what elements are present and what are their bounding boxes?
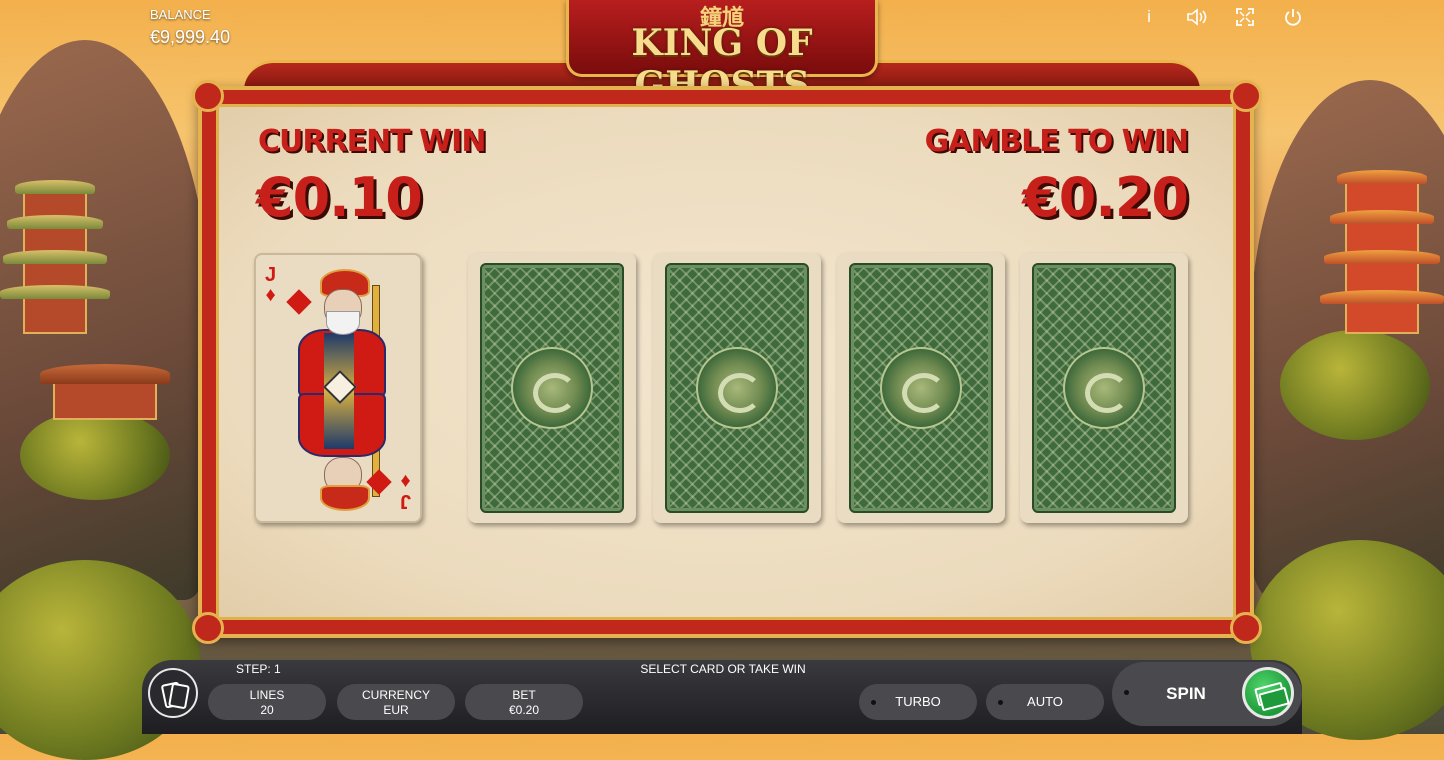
bet-display[interactable]: BET €0.20 bbox=[465, 684, 583, 720]
gamble-to-win-label: GAMBLE TO WIN bbox=[924, 124, 1189, 159]
sound-icon[interactable] bbox=[1186, 6, 1208, 28]
card-rank: J bbox=[265, 264, 277, 286]
currency-display[interactable]: CURRENCY EUR bbox=[337, 684, 455, 720]
pavilion-left bbox=[40, 350, 170, 420]
lines-display[interactable]: LINES 20 bbox=[208, 684, 326, 720]
spin-indicator-icon bbox=[1124, 690, 1129, 695]
face-down-card-1[interactable] bbox=[468, 253, 636, 523]
bush-left bbox=[20, 410, 170, 500]
game-logo: 鐘馗 KING OF GHOSTS bbox=[566, 0, 878, 106]
spin-button[interactable] bbox=[1242, 667, 1294, 719]
turbo-toggle[interactable]: TURBO bbox=[859, 684, 977, 720]
card-rank: J bbox=[399, 490, 411, 512]
diamond-suit-icon: ♦ bbox=[265, 284, 276, 306]
pagoda-left bbox=[0, 160, 110, 340]
toggle-indicator-icon bbox=[871, 700, 876, 705]
auto-toggle[interactable]: AUTO bbox=[986, 684, 1104, 720]
top-icon-bar: i bbox=[1138, 6, 1304, 28]
lines-value: 20 bbox=[260, 703, 274, 717]
status-message: SELECT CARD OR TAKE WIN bbox=[640, 662, 806, 676]
pagoda-right bbox=[1320, 140, 1444, 340]
card-back-pattern bbox=[849, 263, 993, 513]
face-down-card-4[interactable] bbox=[1020, 253, 1188, 523]
bet-label: BET bbox=[512, 688, 536, 702]
frame-corner-ornament bbox=[192, 80, 224, 112]
current-win-value: €0.10 bbox=[256, 166, 423, 229]
frame-corner-ornament bbox=[192, 612, 224, 644]
card-emblem-icon bbox=[1063, 347, 1145, 429]
spin-label: SPIN bbox=[1166, 684, 1206, 703]
balance-value: €9,999.40 bbox=[150, 27, 231, 47]
auto-label: AUTO bbox=[1027, 694, 1063, 709]
bet-value: €0.20 bbox=[508, 703, 540, 717]
face-down-card-2[interactable] bbox=[653, 253, 821, 523]
card-emblem-icon bbox=[880, 347, 962, 429]
info-icon[interactable]: i bbox=[1138, 6, 1160, 28]
card-rank-top: J ♦ bbox=[265, 265, 276, 305]
currency-value: EUR bbox=[383, 703, 409, 717]
card-emblem-icon bbox=[511, 347, 593, 429]
bush-right bbox=[1280, 330, 1430, 440]
card-rank-bottom: J ♦ bbox=[399, 470, 411, 512]
cards-icon bbox=[168, 682, 190, 710]
lines-label: LINES bbox=[249, 688, 285, 702]
face-down-card-3[interactable] bbox=[837, 253, 1005, 523]
gamble-to-win-value: €0.20 bbox=[1022, 166, 1189, 229]
frame-corner-ornament bbox=[1230, 612, 1262, 644]
gamble-cards-button[interactable] bbox=[148, 668, 198, 718]
current-win-label: CURRENT WIN bbox=[258, 124, 486, 159]
diamond-suit-icon: ♦ bbox=[400, 470, 411, 492]
power-icon[interactable] bbox=[1282, 6, 1304, 28]
card-emblem-icon bbox=[696, 347, 778, 429]
dealer-card-jack-of-diamonds: J ♦ J ♦ bbox=[254, 253, 422, 523]
fullscreen-icon[interactable] bbox=[1234, 6, 1256, 28]
toggle-indicator-icon bbox=[998, 700, 1003, 705]
currency-label: CURRENCY bbox=[361, 688, 430, 702]
card-back-pattern bbox=[1032, 263, 1176, 513]
step-label: STEP: 1 bbox=[236, 662, 281, 676]
frame-corner-ornament bbox=[1230, 80, 1262, 112]
card-back-pattern bbox=[480, 263, 624, 513]
balance-label: BALANCE bbox=[150, 7, 211, 22]
card-back-pattern bbox=[665, 263, 809, 513]
turbo-label: TURBO bbox=[895, 694, 941, 709]
